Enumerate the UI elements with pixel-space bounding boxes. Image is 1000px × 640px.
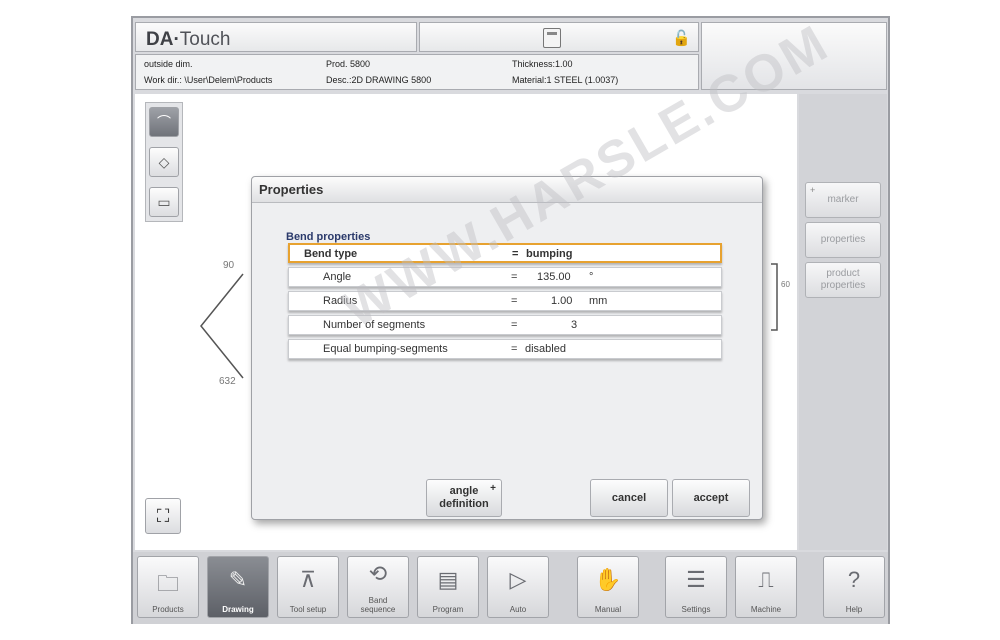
bend-properties-heading: Bend properties xyxy=(286,231,371,243)
product-properties-button[interactable]: product properties xyxy=(805,262,881,298)
prop-value: 135.00 xyxy=(537,271,571,283)
nav-manual[interactable]: ✋ Manual xyxy=(577,556,639,618)
nav-band-sequence-label: Band sequence xyxy=(348,596,408,614)
prop-row-angle[interactable]: Angle = 135.00 ° xyxy=(288,267,722,287)
properties-label: properties xyxy=(820,234,866,245)
prop-row-equal-segments[interactable]: Equal bumping-segments = disabled xyxy=(288,339,722,359)
unlock-icon[interactable]: 🔓 xyxy=(672,29,691,47)
tool-setup-icon: ⊼ xyxy=(299,567,317,592)
prop-row-bend-type[interactable]: Bend type = bumping xyxy=(288,243,722,263)
prop-eq: = xyxy=(511,271,518,283)
nav-machine[interactable]: ⎍ Machine xyxy=(735,556,797,618)
nav-products-label: Products xyxy=(152,605,184,614)
prop-eq: = xyxy=(511,319,518,331)
product-properties-label-1: product xyxy=(826,268,860,279)
status-bar: 🔓 xyxy=(419,22,699,52)
prop-label: Angle xyxy=(323,271,352,283)
machine-icon: ⎍ xyxy=(758,567,774,592)
frame-tool-button[interactable]: ▭ xyxy=(149,187,179,217)
prop-label: Radius xyxy=(323,295,358,307)
prop-eq: = xyxy=(511,343,518,355)
angle-definition-button[interactable]: + angle definition xyxy=(426,479,502,517)
prop-value: 1.00 xyxy=(551,295,573,307)
outside-dim-label: outside dim. xyxy=(144,59,193,69)
band-sequence-icon: ⟲ xyxy=(368,561,388,586)
nav-tool-setup-label: Tool setup xyxy=(289,605,327,614)
angle-definition-plus-icon: + xyxy=(490,483,496,494)
marker-label: marker xyxy=(827,194,859,205)
cancel-button[interactable]: cancel xyxy=(590,479,668,517)
prop-label: Number of segments xyxy=(323,319,426,331)
desc-label: Desc.:2D DRAWING 5800 xyxy=(326,75,432,85)
nav-band-sequence-label-1: Band xyxy=(368,596,388,605)
prop-label: Equal bumping-segments xyxy=(323,343,448,355)
prop-unit: mm xyxy=(589,295,608,307)
nav-program[interactable]: ▤ Program xyxy=(417,556,479,618)
marker-button[interactable]: + marker xyxy=(805,182,881,218)
drawing-tools: ⌒ ◇ ▭ xyxy=(145,102,183,222)
nav-auto[interactable]: ▷ Auto xyxy=(487,556,549,618)
prop-row-segments[interactable]: Number of segments = 3 xyxy=(288,315,722,335)
bend-tool-button[interactable]: ⌒ xyxy=(149,107,179,137)
prop-eq: = xyxy=(512,248,519,260)
bottom-navigation: 🗀 Products ✎ Drawing ⊼ Tool setup ⟲ Band… xyxy=(133,552,888,624)
nav-machine-label: Machine xyxy=(750,605,782,614)
accept-button[interactable]: accept xyxy=(672,479,750,517)
nav-auto-label: Auto xyxy=(509,605,527,614)
prop-eq: = xyxy=(511,295,518,307)
nav-settings[interactable]: ☰ Settings xyxy=(665,556,727,618)
dialog-title: Properties xyxy=(252,177,762,203)
nav-products[interactable]: 🗀 Products xyxy=(137,556,199,618)
work-dir-label: Work dir.: \User\Delem\Products xyxy=(144,75,273,85)
hand-icon: ✋ xyxy=(594,567,622,592)
app-title: DA·Touch xyxy=(135,22,417,52)
logo-da: DA xyxy=(146,29,174,50)
nav-help-label: Help xyxy=(845,605,863,614)
thickness-label: Thickness:1.00 xyxy=(512,59,573,69)
prod-label: Prod. 5800 xyxy=(326,59,371,69)
nav-program-label: Program xyxy=(432,605,464,614)
prop-row-radius[interactable]: Radius = 1.00 mm xyxy=(288,291,722,311)
folder-icon: 🗀 xyxy=(156,571,179,596)
prop-unit: ° xyxy=(589,271,594,283)
bend-profile-right xyxy=(771,263,778,331)
dimension-top: 90 xyxy=(223,260,235,271)
program-icon: ▤ xyxy=(437,567,459,592)
header-right-panel xyxy=(701,22,887,90)
prop-value: bumping xyxy=(526,248,573,260)
settings-list-icon: ☰ xyxy=(686,567,706,592)
angle-definition-label-1: angle xyxy=(449,485,479,497)
nav-drawing-label: Drawing xyxy=(222,605,254,614)
product-properties-label-2: properties xyxy=(820,280,866,291)
nav-settings-label: Settings xyxy=(681,605,711,614)
nav-band-sequence-label-2: sequence xyxy=(360,605,396,614)
fullscreen-button[interactable]: ⛶ xyxy=(145,498,181,534)
nav-tool-setup[interactable]: ⊼ Tool setup xyxy=(277,556,339,618)
da-touch-screen: DA·Touch 🔓 outside dim. Work dir.: \User… xyxy=(131,14,890,624)
product-info-bar: outside dim. Work dir.: \User\Delem\Prod… xyxy=(135,54,699,90)
bend-profile-left xyxy=(200,273,244,379)
properties-dialog: Properties Bend properties Bend type = b… xyxy=(251,176,763,520)
nav-band-sequence[interactable]: ⟲ Band sequence xyxy=(347,556,409,618)
shape-tool-button[interactable]: ◇ xyxy=(149,147,179,177)
dimension-bottom: 632 xyxy=(219,376,236,387)
material-label: Material:1 STEEL (1.0037) xyxy=(512,75,619,85)
play-icon: ▷ xyxy=(509,567,527,592)
nav-help[interactable]: ? Help xyxy=(823,556,885,618)
prop-label: Bend type xyxy=(304,248,358,260)
logo-touch: Touch xyxy=(179,29,231,50)
prop-value: 3 xyxy=(571,319,578,331)
nav-manual-label: Manual xyxy=(594,605,622,614)
drawing-icon: ✎ xyxy=(228,567,248,592)
calculator-icon[interactable] xyxy=(543,28,561,48)
dimension-right: 60 xyxy=(781,280,790,289)
side-panel: + marker properties product properties xyxy=(799,94,887,550)
prop-value: disabled xyxy=(525,343,566,355)
angle-definition-label-2: definition xyxy=(439,498,489,510)
properties-button[interactable]: properties xyxy=(805,222,881,258)
help-icon: ? xyxy=(847,567,861,592)
nav-drawing[interactable]: ✎ Drawing xyxy=(207,556,269,618)
marker-plus-icon: + xyxy=(810,185,816,195)
